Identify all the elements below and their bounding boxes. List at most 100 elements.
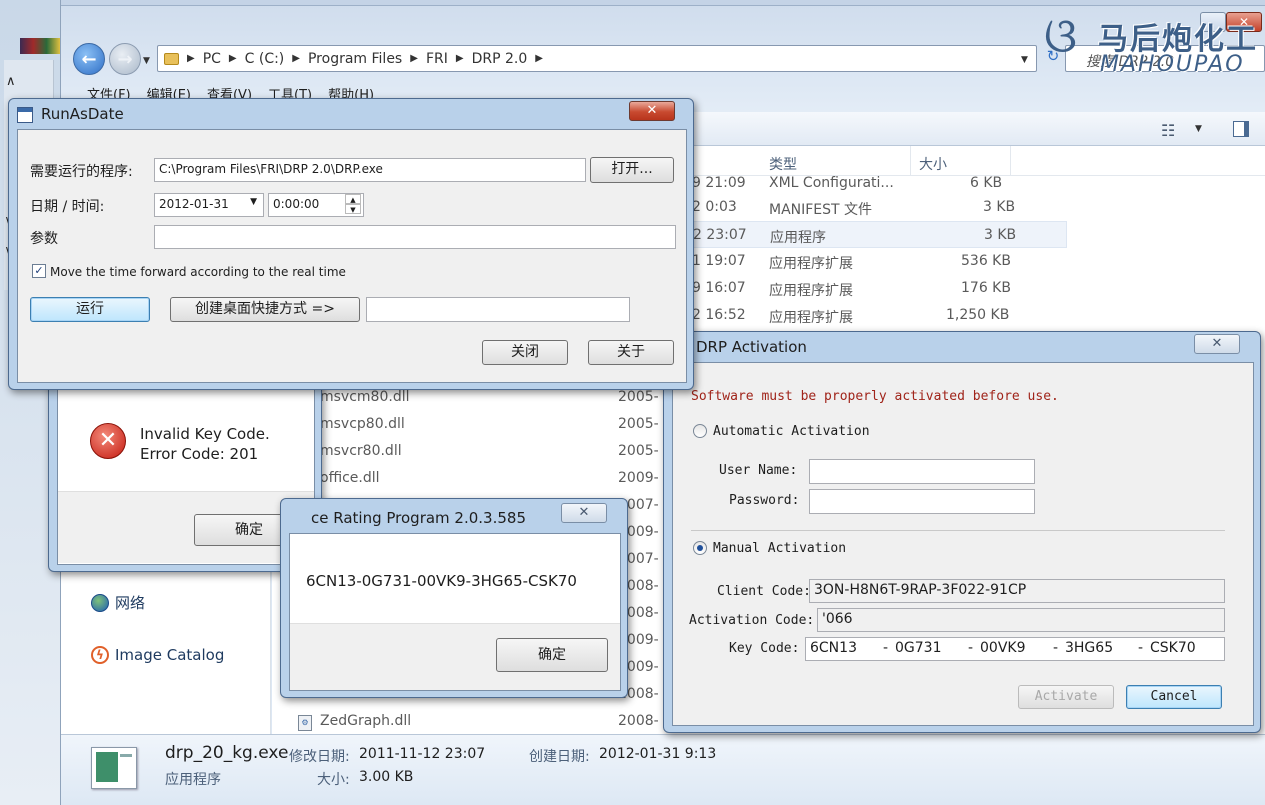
back-button[interactable]: ← [73,43,105,75]
key-display-area: 6CN13-0G731-00VK9-3HG65-CSK70 [290,534,620,624]
nav-item-network[interactable]: 网络 [91,592,145,613]
background-glyph: ∧ [6,74,16,89]
program-path-input[interactable]: C:\Program Files\FRI\DRP 2.0\DRP.exe [154,158,586,182]
breadcrumb-drp[interactable]: DRP 2.0 [472,51,528,67]
error-icon: ✕ [90,423,126,459]
details-modified-value: 2011-11-12 23:07 [359,746,486,762]
network-icon [91,593,109,612]
run-button[interactable]: 运行 [30,297,150,322]
open-button[interactable]: 打开... [590,157,674,183]
file-size: 536 KB [961,253,1011,269]
file-size: 6 KB [970,175,1003,191]
breadcrumb-pc[interactable]: PC [203,51,221,67]
file-date: 2 0:03 [692,199,737,215]
chevron-down-icon[interactable]: ▼ [250,197,257,207]
close-button[interactable]: 关闭 [482,340,568,365]
dialog-title: RunAsDate [41,105,124,123]
key-code-label: Key Code: [729,641,800,656]
file-size: 3 KB [983,199,1016,215]
chevron-right-icon[interactable]: ▶ [229,53,237,64]
file-size: 176 KB [961,280,1011,296]
file-name: msvcm80.dll [320,389,410,405]
user-name-label: User Name: [719,463,798,478]
error-code: Error Code: 201 [140,445,259,463]
dll-icon: ⚙ [298,713,312,731]
dialog-body: ✕ Invalid Key Code. Error Code: 201 确定 [57,381,315,565]
arrow-right-icon: → [117,48,133,70]
key-segment-5[interactable]: CSK70 [1150,640,1196,656]
key-separator: - [968,640,974,656]
file-thumbnail [91,747,137,789]
chevron-right-icon[interactable]: ▶ [187,53,195,64]
dialog-title: ce Rating Program 2.0.3.585 [311,509,526,527]
chevron-right-icon[interactable]: ▶ [292,53,300,64]
key-segment-2[interactable]: 0G731 [895,640,941,656]
file-name: office.dll [320,470,380,486]
date-picker[interactable]: 2012-01-31 ▼ [154,193,264,217]
close-button[interactable]: ✕ [561,503,607,523]
activate-button[interactable]: Activate [1018,685,1114,709]
address-dropdown[interactable]: ▼ [1021,55,1028,65]
params-label: 参数 [30,231,58,247]
password-input[interactable] [809,489,1035,514]
datetime-label: 日期 / 时间: [30,199,105,215]
details-modified-label: 修改日期: [289,749,350,765]
ok-button[interactable]: 确定 [496,638,608,672]
folder-icon [164,52,179,65]
shortcut-name-input[interactable] [366,297,630,322]
file-type: 应用程序 [770,230,826,246]
close-button[interactable]: ✕ [1194,334,1240,354]
file-date: 1 19:07 [692,253,746,269]
key-segment-1[interactable]: 6CN13 [810,640,857,656]
automatic-activation-radio[interactable] [693,424,707,438]
nav-item-label: Image Catalog [115,646,225,664]
file-name: ZedGraph.dll [320,713,412,729]
details-size-label: 大小: [317,772,350,788]
file-date: 9 16:07 [692,280,746,296]
chevron-right-icon[interactable]: ▶ [535,53,543,64]
file-row-selected[interactable]: 2 23:07 应用程序 3 KB [682,221,1067,248]
desktop-app-icon[interactable] [20,38,60,54]
app-icon [17,107,33,123]
user-name-input[interactable] [809,459,1035,484]
forward-button[interactable]: → [109,43,141,75]
nav-item-image-catalog[interactable]: ϟ Image Catalog [91,646,224,664]
details-size-value: 3.00 KB [359,769,414,785]
close-icon: ✕ [578,505,590,520]
key-segment-4[interactable]: 3HG65 [1065,640,1113,656]
file-type: 应用程序扩展 [769,256,853,272]
move-time-checkbox[interactable]: ✓ [32,264,46,278]
close-button[interactable]: ✕ [629,101,675,121]
cancel-button[interactable]: Cancel [1126,685,1222,709]
runasdate-dialog: RunAsDate ✕ 需要运行的程序: C:\Program Files\FR… [8,98,694,390]
key-segment-3[interactable]: 00VK9 [980,640,1025,656]
about-button[interactable]: 关于 [588,340,674,365]
spin-down-icon[interactable]: ▼ [345,204,361,214]
chevron-right-icon[interactable]: ▶ [410,53,418,64]
params-input[interactable] [154,225,676,249]
password-label: Password: [729,493,800,508]
generated-key: 6CN13-0G731-00VK9-3HG65-CSK70 [306,572,577,590]
arrow-left-icon: ← [81,48,97,70]
preview-pane-button[interactable] [1233,121,1249,137]
breadcrumb-c-drive[interactable]: C (C:) [245,51,285,67]
details-created-value: 2012-01-31 9:13 [599,746,717,762]
file-date: 2 23:07 [693,227,747,243]
chevron-right-icon[interactable]: ▶ [456,53,464,64]
dialog-body: 6CN13-0G731-00VK9-3HG65-CSK70 确定 [289,533,621,691]
address-bar[interactable]: ▶ PC ▶ C (C:) ▶ Program Files ▶ FRI ▶ DR… [157,45,1037,72]
time-input[interactable]: 0:00:00 ▲ ▼ [268,193,364,217]
file-date: 9 21:09 [692,175,746,191]
spin-up-icon[interactable]: ▲ [345,194,361,204]
view-dropdown[interactable]: ▼ [1195,124,1202,134]
breadcrumb-fri[interactable]: FRI [426,51,448,67]
change-view-icon[interactable]: ☷ [1161,121,1175,140]
create-shortcut-button[interactable]: 创建桌面快捷方式 => [170,297,360,322]
automatic-activation-label: Automatic Activation [713,424,870,439]
recent-pages-dropdown[interactable]: ▼ [143,56,150,66]
client-code-field[interactable]: 3ON-H8N6T-9RAP-3F022-91CP [809,579,1225,603]
breadcrumb-program-files[interactable]: Program Files [308,51,402,67]
nav-item-label: 网络 [115,594,146,612]
manual-activation-radio[interactable] [693,541,707,555]
activation-code-field[interactable]: '066 [817,608,1225,632]
